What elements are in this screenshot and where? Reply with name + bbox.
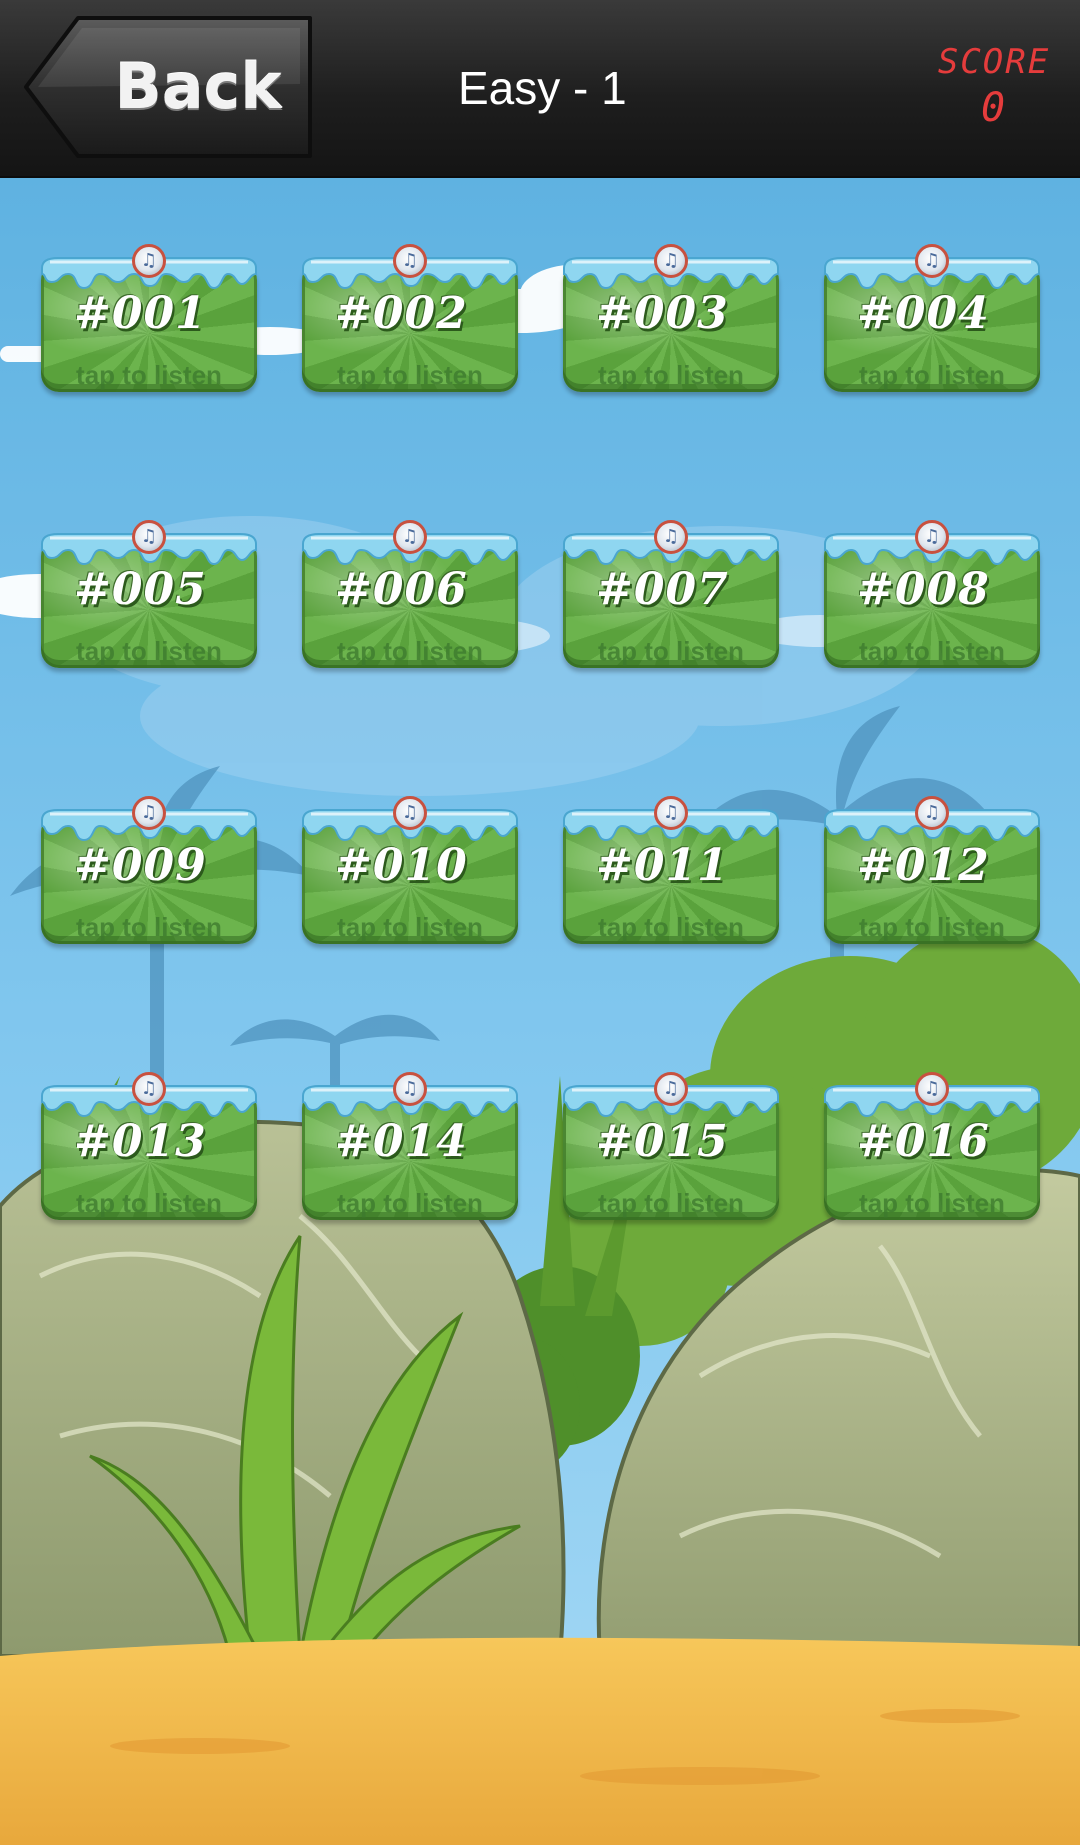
tile-hint: tap to listen — [76, 636, 222, 666]
tile-hint: tap to listen — [859, 912, 1005, 942]
song-tile-13[interactable]: ♫ #013 tap to listen — [36, 1072, 262, 1224]
tile-hint: tap to listen — [598, 1188, 744, 1218]
tile-number: #006 — [335, 564, 468, 615]
song-tile-14[interactable]: ♫ #014 tap to listen — [297, 1072, 523, 1224]
tile-number: #008 — [857, 564, 990, 615]
song-tile-7[interactable]: ♫ #007 tap to listen — [558, 520, 784, 672]
song-tile-15[interactable]: ♫ #015 tap to listen — [558, 1072, 784, 1224]
song-tile-4[interactable]: ♫ #004 tap to listen — [819, 244, 1045, 396]
song-tile-11[interactable]: ♫ #011 tap to listen — [558, 796, 784, 948]
song-tile-6[interactable]: ♫ #006 tap to listen — [297, 520, 523, 672]
level-title: Easy - 1 — [458, 62, 627, 114]
tile-number: #007 — [596, 564, 729, 615]
music-note-icon: ♫ — [393, 1072, 427, 1106]
music-note-icon: ♫ — [132, 796, 166, 830]
music-note-icon: ♫ — [132, 520, 166, 554]
music-note-icon: ♫ — [654, 520, 688, 554]
tile-hint: tap to listen — [76, 1188, 222, 1218]
score-label: SCORE — [937, 42, 1051, 82]
music-note-icon: ♫ — [132, 1072, 166, 1106]
music-note-icon: ♫ — [132, 244, 166, 278]
music-note-icon: ♫ — [915, 1072, 949, 1106]
score-value: 0 — [980, 85, 1008, 131]
music-note-icon: ♫ — [654, 244, 688, 278]
back-button-label: Back — [114, 50, 282, 123]
music-note-icon: ♫ — [654, 796, 688, 830]
tile-hint: tap to listen — [337, 360, 483, 390]
song-tile-2[interactable]: ♫ #002 tap to listen — [297, 244, 523, 396]
tile-hint: tap to listen — [598, 360, 744, 390]
music-note-icon: ♫ — [915, 796, 949, 830]
back-button[interactable]: Back — [18, 12, 318, 162]
tile-hint: tap to listen — [337, 912, 483, 942]
tile-number: #009 — [74, 840, 207, 891]
song-tile-16[interactable]: ♫ #016 tap to listen — [819, 1072, 1045, 1224]
tile-number: #002 — [335, 288, 468, 339]
tile-hint: tap to listen — [598, 912, 744, 942]
tile-number: #004 — [857, 288, 990, 339]
tile-hint: tap to listen — [859, 636, 1005, 666]
tile-hint: tap to listen — [337, 636, 483, 666]
music-note-icon: ♫ — [654, 1072, 688, 1106]
tile-number: #016 — [857, 1116, 990, 1167]
song-tile-10[interactable]: ♫ #010 tap to listen — [297, 796, 523, 948]
tile-number: #003 — [596, 288, 729, 339]
tile-number: #012 — [857, 840, 990, 891]
tile-hint: tap to listen — [76, 912, 222, 942]
song-tile-1[interactable]: ♫ #001 tap to listen — [36, 244, 262, 396]
tile-hint: tap to listen — [859, 1188, 1005, 1218]
music-note-icon: ♫ — [393, 520, 427, 554]
music-note-icon: ♫ — [393, 244, 427, 278]
song-grid: ♫ #001 tap to listen ♫ #002 tap to liste… — [0, 176, 1080, 1276]
tile-hint: tap to listen — [598, 636, 744, 666]
tile-number: #013 — [74, 1116, 207, 1167]
score-display: SCORE 0 — [924, 40, 1064, 140]
tile-number: #014 — [335, 1116, 468, 1167]
tile-hint: tap to listen — [76, 360, 222, 390]
tile-number: #011 — [596, 840, 729, 891]
music-note-icon: ♫ — [915, 244, 949, 278]
music-note-icon: ♫ — [393, 796, 427, 830]
tile-number: #005 — [74, 564, 207, 615]
tile-number: #015 — [596, 1116, 729, 1167]
tile-hint: tap to listen — [859, 360, 1005, 390]
tile-hint: tap to listen — [337, 1188, 483, 1218]
top-bar: Back Easy - 1 SCORE 0 — [0, 0, 1080, 178]
song-tile-9[interactable]: ♫ #009 tap to listen — [36, 796, 262, 948]
song-tile-3[interactable]: ♫ #003 tap to listen — [558, 244, 784, 396]
song-tile-8[interactable]: ♫ #008 tap to listen — [819, 520, 1045, 672]
music-note-icon: ♫ — [915, 520, 949, 554]
tile-number: #010 — [335, 840, 468, 891]
song-tile-12[interactable]: ♫ #012 tap to listen — [819, 796, 1045, 948]
song-tile-5[interactable]: ♫ #005 tap to listen — [36, 520, 262, 672]
tile-number: #001 — [74, 288, 207, 339]
